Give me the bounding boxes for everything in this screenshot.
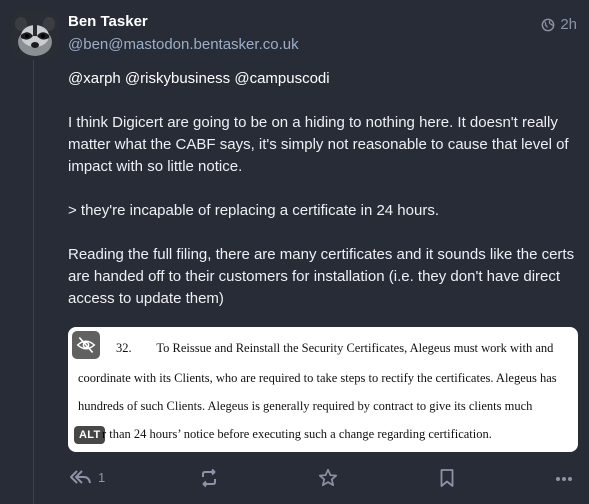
author-display-name[interactable]: Ben Tasker	[68, 13, 148, 30]
media-text-line: coordinate with its Clients, who are req…	[78, 371, 557, 385]
reply-all-icon	[70, 470, 91, 484]
post-paragraph-1: I think Digicert are going to be on a hi…	[68, 114, 569, 175]
more-icon	[556, 477, 572, 481]
reply-button[interactable]: 1	[68, 468, 105, 486]
media-text-line: 32. To Reissue and Reinstall the Securit…	[116, 341, 554, 355]
globe-icon	[541, 18, 555, 31]
favourite-button[interactable]	[318, 468, 338, 488]
post-paragraph-3: Reading the full filing, there are many …	[68, 246, 575, 307]
timestamp-label: 2h	[560, 16, 577, 33]
post-timestamp[interactable]: 2h	[541, 16, 577, 33]
post-action-bar: 1	[68, 468, 578, 492]
avatar[interactable]	[12, 12, 58, 58]
hide-media-button[interactable]	[72, 331, 100, 359]
post-mentions[interactable]: @xarph @riskybusiness @campuscodi	[68, 68, 578, 90]
star-icon	[318, 468, 338, 487]
boost-button[interactable]	[199, 468, 219, 488]
post-paragraph-2: > they're incapable of replacing a certi…	[68, 202, 440, 219]
media-attachment[interactable]: 32. To Reissue and Reinstall the Securit…	[68, 327, 578, 452]
more-options-button[interactable]	[554, 468, 574, 488]
post-content: @xarph @riskybusiness @campuscodi I thin…	[68, 68, 578, 310]
bookmark-button[interactable]	[438, 468, 456, 488]
author-handle[interactable]: @ben@mastodon.bentasker.co.uk	[68, 36, 299, 53]
thread-line	[33, 60, 34, 504]
alt-text-badge[interactable]: ALT	[74, 426, 106, 444]
media-text-line: hundreds of such Clients. Alegeus is gen…	[78, 399, 533, 413]
eye-off-icon	[76, 336, 96, 354]
raccoon-avatar-image	[12, 12, 58, 58]
reply-count: 1	[98, 469, 106, 485]
media-text-line: r than 24 hours’ notice before executing…	[102, 427, 492, 441]
bookmark-icon	[440, 469, 454, 487]
boost-icon	[202, 468, 216, 488]
